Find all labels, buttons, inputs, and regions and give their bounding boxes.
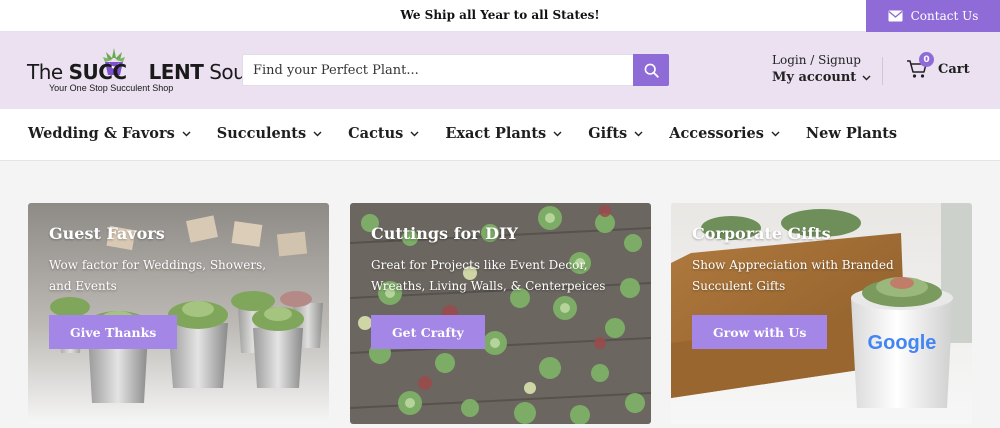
chevron-down-icon [313,131,322,136]
promo-card-guest-favors[interactable]: Guest Favors Wow factor for Weddings, Sh… [28,203,329,424]
chevron-down-icon [553,131,562,136]
card-description: Show Appreciation with Branded Succulent… [692,258,894,293]
logo-tagline: Your One Stop Succulent Shop [49,83,174,93]
give-thanks-button[interactable]: Give Thanks [49,315,178,349]
promo-card-cuttings-diy[interactable]: Cuttings for DIY Great for Projects like… [350,203,651,424]
chevron-down-icon [410,131,419,136]
chevron-down-icon [862,75,871,80]
login-signup-link[interactable]: Login / Signup [772,53,871,67]
card-title: Guest Favors [49,224,165,243]
contact-us-button[interactable]: Contact Us [866,0,1000,32]
logo-wordmark: The SUCC LENT Source [27,60,275,84]
card-title: Cuttings for DIY [371,224,518,243]
search-bar [242,54,669,86]
header-divider [882,57,883,85]
card-description: Wow factor for Weddings, Showers, and Ev… [49,258,267,293]
announcement-bar: We Ship all Year to all States! Contact … [0,0,1000,32]
nav-item-succulents[interactable]: Succulents [217,125,322,142]
nav-item-accessories[interactable]: Accessories [669,125,780,142]
cart-icon-wrap: 0 [906,52,934,79]
chevron-down-icon [771,131,780,136]
search-input[interactable] [243,55,634,85]
grow-with-us-button[interactable]: Grow with Us [692,315,828,349]
card-description: Great for Projects like Event Decor, Wre… [371,258,606,293]
site-header: The SUCC LENT Source Your One Stop Succul… [0,32,1000,109]
nav-item-wedding-favors[interactable]: Wedding & Favors [28,125,191,142]
nav-item-new-plants[interactable]: New Plants [806,125,897,142]
shipping-message: We Ship all Year to all States! [400,8,600,22]
card-title: Corporate Gifts [692,224,831,243]
search-button[interactable] [633,54,669,86]
cart-button[interactable]: 0 Cart [906,52,970,79]
account-menu[interactable]: Login / Signup My account [772,53,871,85]
cart-label: Cart [938,61,970,77]
contact-us-label: Contact Us [910,9,979,23]
promo-card-corporate-gifts[interactable]: Google Corporate Gifts Show Appreciation… [671,203,972,424]
main-navigation: Wedding & Favors Succulents Cactus Exact… [0,109,1000,161]
mail-icon [888,10,903,22]
site-logo[interactable]: The SUCC LENT Source Your One Stop Succul… [27,46,275,96]
svg-text:Google: Google [868,332,937,354]
nav-item-gifts[interactable]: Gifts [588,125,643,142]
nav-item-exact-plants[interactable]: Exact Plants [445,125,562,142]
my-account-dropdown[interactable]: My account [772,70,871,85]
search-icon [644,63,659,78]
get-crafty-button[interactable]: Get Crafty [371,315,485,349]
my-account-label: My account [772,70,857,85]
chevron-down-icon [634,131,643,136]
nav-item-cactus[interactable]: Cactus [348,125,419,142]
chevron-down-icon [182,131,191,136]
cart-count-badge: 0 [919,52,934,67]
